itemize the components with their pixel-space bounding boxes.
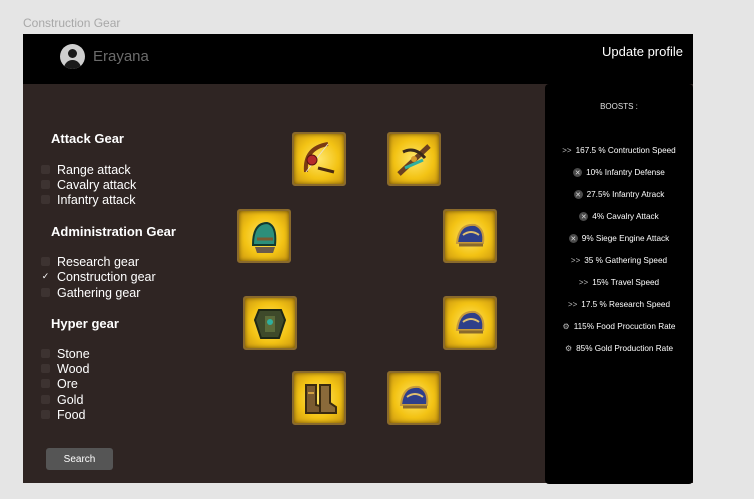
crossbow-gear-icon (397, 144, 431, 176)
chevrons-icon: >> (570, 256, 581, 265)
avatar-icon[interactable] (60, 44, 85, 69)
checkbox-label: Construction gear (57, 269, 156, 284)
checkbox-gathering-gear[interactable]: Gathering gear (41, 285, 140, 300)
gear-slot-armor[interactable] (243, 296, 297, 350)
checkbox-range-attack[interactable]: Range attack (41, 162, 131, 177)
checkbox-label: Research gear (57, 254, 139, 269)
armor-gear-icon (253, 309, 287, 339)
search-button[interactable]: Search (46, 448, 113, 470)
boost-item: >> 167.5 % Contruction Speed (562, 146, 676, 155)
checkbox-box[interactable] (41, 257, 50, 266)
gear-slot-helmet-blue-1[interactable] (443, 209, 497, 263)
chevrons-icon: >> (578, 278, 589, 287)
checkmark-icon[interactable]: ✓ (41, 271, 50, 281)
checkbox-wood[interactable]: Wood (41, 361, 89, 376)
checkbox-box[interactable] (41, 288, 50, 297)
checkbox-box[interactable] (41, 349, 50, 358)
username: Erayana (93, 48, 149, 65)
checkbox-label: Cavalry attack (57, 177, 137, 192)
helmet-blue-gear-icon (399, 385, 429, 409)
gear-slot-helmet-green[interactable] (237, 209, 291, 263)
checkbox-label: Range attack (57, 162, 131, 177)
checkbox-label: Gathering gear (57, 285, 141, 300)
checkbox-box[interactable] (41, 364, 50, 373)
boosts-panel: BOOSTS : >> 167.5 % Contruction Speed ✕ 10… (545, 84, 693, 484)
update-profile-link[interactable]: Update profile (602, 44, 683, 59)
chevrons-icon: >> (567, 300, 578, 309)
checkbox-box[interactable] (41, 395, 50, 404)
boots-gear-icon (305, 384, 337, 414)
top-bar: Erayana Update profile (23, 34, 693, 84)
checkbox-label: Stone (57, 346, 90, 361)
boost-item: >> 17.5 % Research Speed (567, 300, 671, 309)
boost-item: >> 15% Travel Speed (578, 278, 660, 287)
checkbox-food[interactable]: Food (41, 407, 86, 422)
boosts-title: BOOSTS : (600, 102, 638, 111)
checkbox-research-gear[interactable]: Research gear (41, 254, 139, 269)
gear-slot-crossbow[interactable] (387, 132, 441, 186)
gear-slot-helmet-blue-2[interactable] (443, 296, 497, 350)
resource-icon: ⚙ (562, 322, 570, 331)
close-circle-icon: ✕ (568, 234, 578, 243)
resource-icon: ⚙ (564, 344, 573, 353)
gear-slot-helmet-blue-3[interactable] (387, 371, 441, 425)
checkbox-gold[interactable]: Gold (41, 392, 83, 407)
checkbox-infantry-attack[interactable]: Infantry attack (41, 192, 136, 207)
bow-gear-icon (303, 142, 335, 174)
boost-item: ✕ 27.5% Infantry Atrack (573, 190, 665, 199)
boost-item: ⚙ 85% Gold Production Rate (564, 344, 674, 353)
checkbox-box[interactable] (41, 379, 50, 388)
frame-title: Construction Gear (23, 16, 121, 30)
checkbox-label: Infantry attack (57, 192, 136, 207)
checkbox-ore[interactable]: Ore (41, 376, 78, 391)
checkbox-label: Food (57, 407, 86, 422)
helmet-blue-gear-icon (455, 310, 485, 334)
checkbox-box[interactable] (41, 195, 50, 204)
close-circle-icon: ✕ (579, 212, 589, 221)
boost-item: ⚙ 115% Food Procuction Rate (562, 322, 676, 331)
close-circle-icon: ✕ (573, 168, 583, 177)
helmet-green-gear-icon (251, 221, 277, 253)
close-circle-icon: ✕ (573, 190, 583, 199)
chevrons-icon: >> (562, 146, 572, 155)
boost-item: ✕ 10% Infantry Defense (573, 168, 665, 177)
checkbox-box[interactable] (41, 180, 50, 189)
checkbox-construction-gear[interactable]: ✓ Construction gear (41, 269, 156, 284)
boost-item: ✕ 4% Cavalry Attack (579, 212, 659, 221)
gear-slot-bow[interactable] (292, 132, 346, 186)
checkbox-label: Wood (57, 361, 90, 376)
section-title-attack-gear: Attack Gear (51, 131, 124, 146)
checkbox-box[interactable] (41, 410, 50, 419)
boost-item: ✕ 9% Siege Engine Attack (568, 234, 670, 243)
checkbox-label: Gold (57, 392, 84, 407)
section-title-hyper-gear: Hyper gear (51, 316, 119, 331)
checkbox-box[interactable] (41, 165, 50, 174)
boost-item: >> 35 % Gathering Speed (570, 256, 668, 265)
checkbox-stone[interactable]: Stone (41, 346, 90, 361)
checkbox-cavalry-attack[interactable]: Cavalry attack (41, 177, 136, 192)
helmet-blue-gear-icon (455, 223, 485, 247)
gear-slot-boots[interactable] (292, 371, 346, 425)
section-title-administration-gear: Administration Gear (51, 224, 176, 239)
checkbox-label: Ore (57, 376, 78, 391)
